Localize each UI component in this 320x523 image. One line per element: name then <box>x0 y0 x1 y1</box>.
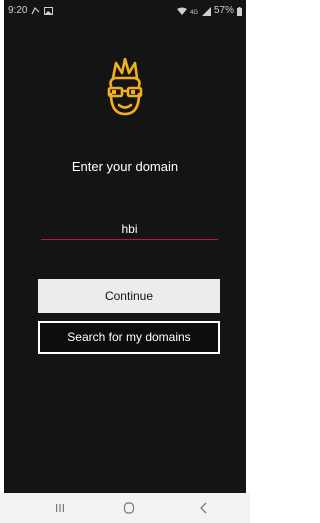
recents-icon[interactable] <box>52 501 68 515</box>
phone-screen: 9:20 4G 57% Enter your domain hbi Contin… <box>0 0 250 523</box>
status-time: 9:20 <box>8 5 28 16</box>
notification-icon <box>31 6 40 16</box>
signal-icon <box>201 6 211 16</box>
domain-input-container <box>41 218 218 240</box>
system-nav-bar <box>0 493 250 523</box>
svg-text:4G: 4G <box>190 10 198 16</box>
image-notification-icon <box>44 7 54 15</box>
continue-button[interactable]: Continue <box>38 279 220 313</box>
battery-icon <box>237 6 242 16</box>
wifi-icon <box>176 7 187 16</box>
enter-domain-prompt: Enter your domain <box>71 159 179 174</box>
nerd-face-with-glasses-icon <box>105 57 145 120</box>
status-bar: 9:20 4G 57% <box>0 0 250 22</box>
search-my-domains-button[interactable]: Search for my domains <box>38 321 220 354</box>
back-icon[interactable] <box>196 501 212 515</box>
domain-input[interactable] <box>41 218 218 239</box>
network-4g-icon: 4G <box>190 7 199 16</box>
battery-percent: 57% <box>213 5 234 16</box>
home-icon[interactable] <box>121 501 137 515</box>
